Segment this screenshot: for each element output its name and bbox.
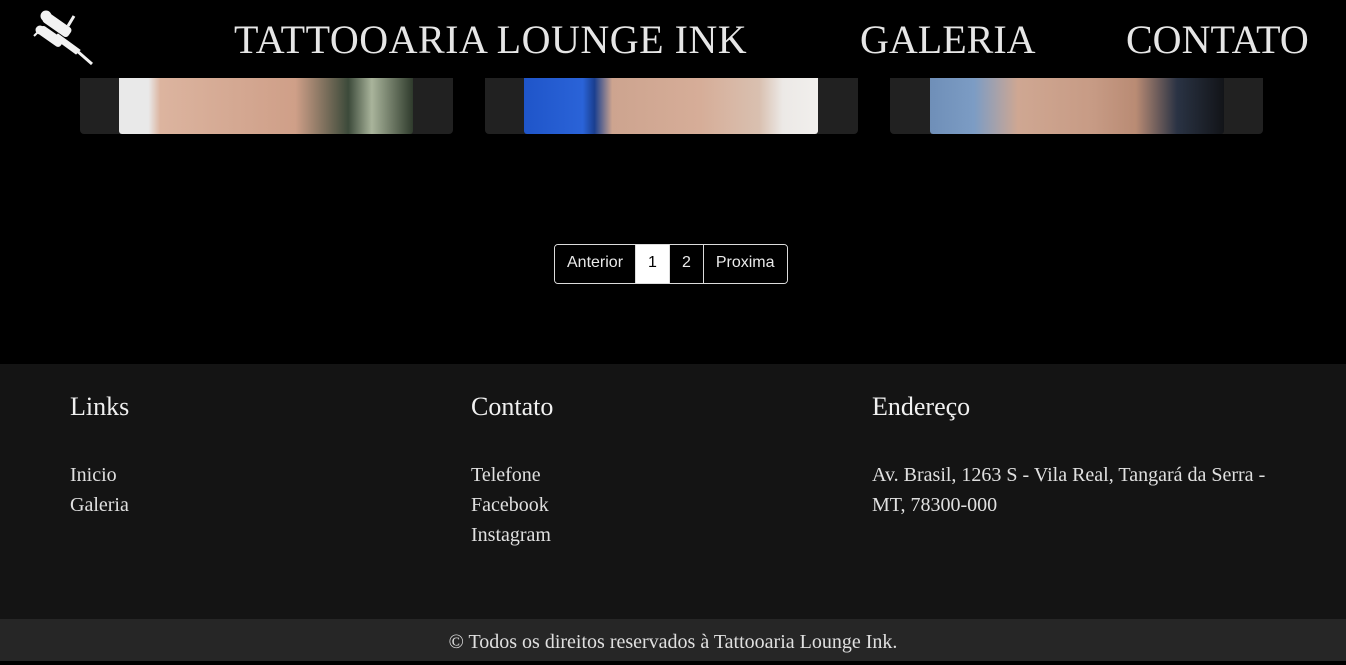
footer-links-list: Inicio Galeria bbox=[70, 460, 129, 520]
tattoo-photo[interactable] bbox=[524, 78, 818, 134]
pagination-page-1[interactable]: 1 bbox=[636, 245, 670, 283]
copyright-bar: © Todos os direitos reservados à Tattooa… bbox=[0, 619, 1346, 661]
gallery-card bbox=[485, 78, 858, 134]
tattoo-photo[interactable] bbox=[930, 78, 1224, 134]
footer-address-column: Endereço Av. Brasil, 1263 S - Vila Real,… bbox=[872, 392, 1282, 520]
gallery-card bbox=[890, 78, 1263, 134]
footer-link-galeria[interactable]: Galeria bbox=[70, 494, 129, 516]
footer-address-title: Endereço bbox=[872, 392, 971, 421]
tattoo-machine-logo-icon[interactable] bbox=[28, 6, 100, 70]
footer-link-facebook[interactable]: Facebook bbox=[471, 494, 549, 516]
tattoo-photo[interactable] bbox=[119, 78, 413, 134]
pagination-previous-button[interactable]: Anterior bbox=[555, 245, 637, 283]
footer-link-instagram[interactable]: Instagram bbox=[471, 524, 551, 546]
pagination-page-2[interactable]: 2 bbox=[669, 245, 704, 283]
footer-contact-column: Contato Telefone Facebook Instagram bbox=[471, 392, 553, 550]
footer-links-column: Links Inicio Galeria bbox=[70, 392, 129, 520]
nav-galeria[interactable]: GALERIA bbox=[860, 16, 1036, 63]
pagination-next-button[interactable]: Proxima bbox=[703, 245, 787, 283]
nav-contato[interactable]: CONTATO bbox=[1126, 16, 1309, 63]
brand-title[interactable]: TATTOOARIA LOUNGE INK bbox=[234, 16, 747, 63]
gallery-card bbox=[80, 78, 453, 134]
pagination: Anterior 1 2 Proxima bbox=[554, 244, 788, 284]
site-header: TATTOOARIA LOUNGE INK GALERIA CONTATO bbox=[0, 0, 1346, 78]
footer-link-inicio[interactable]: Inicio bbox=[70, 464, 117, 486]
footer-contact-title: Contato bbox=[471, 392, 554, 421]
footer-contact-list: Telefone Facebook Instagram bbox=[471, 460, 553, 550]
footer-links-title: Links bbox=[70, 392, 130, 421]
footer-link-telefone[interactable]: Telefone bbox=[471, 464, 541, 486]
site-footer: Links Inicio Galeria Contato Telefone Fa… bbox=[0, 364, 1346, 619]
footer-address-text: Av. Brasil, 1263 S - Vila Real, Tangará … bbox=[872, 464, 1266, 516]
